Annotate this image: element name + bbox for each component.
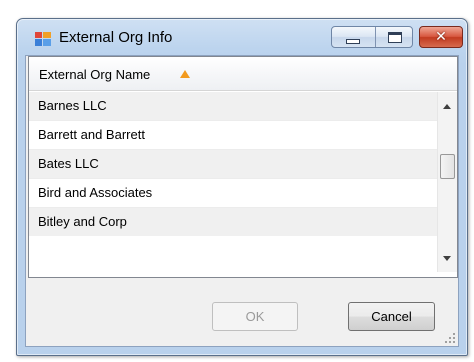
table-row[interactable]: Bitley and Corp xyxy=(29,208,437,236)
scroll-up-button[interactable] xyxy=(438,95,457,115)
arrow-up-icon xyxy=(443,104,451,109)
external-org-info-dialog: External Org Info ✕ External Org Name Ba… xyxy=(16,18,468,356)
table-row[interactable]: Barrett and Barrett xyxy=(29,121,437,150)
vertical-scrollbar[interactable] xyxy=(437,92,457,272)
org-grid[interactable]: External Org Name Barnes LLC Barrett and… xyxy=(28,56,458,278)
resize-grip-icon[interactable] xyxy=(445,333,455,343)
table-row[interactable]: Barnes LLC xyxy=(29,92,437,121)
minimize-button[interactable] xyxy=(332,27,376,47)
table-row[interactable]: Bird and Associates xyxy=(29,179,437,208)
org-name-cell: Barrett and Barrett xyxy=(38,127,145,142)
scrollbar-thumb[interactable] xyxy=(440,154,455,179)
window-title: External Org Info xyxy=(59,29,173,46)
caption-buttons: ✕ xyxy=(331,19,463,55)
table-row[interactable]: Bates LLC xyxy=(29,150,437,179)
min-max-group xyxy=(331,26,413,48)
app-icon xyxy=(35,32,52,47)
sort-ascending-icon xyxy=(180,70,190,78)
dialog-client-area: External Org Name Barnes LLC Barrett and… xyxy=(25,55,459,347)
maximize-icon xyxy=(388,32,402,43)
scroll-down-button[interactable] xyxy=(438,249,457,269)
org-name-cell: Bates LLC xyxy=(38,156,99,171)
org-name-cell: Barnes LLC xyxy=(38,98,107,113)
maximize-button[interactable] xyxy=(376,27,412,47)
column-header-label: External Org Name xyxy=(39,67,151,82)
minimize-icon xyxy=(346,39,360,44)
column-header-external-org-name[interactable]: External Org Name xyxy=(29,57,457,91)
close-button[interactable]: ✕ xyxy=(419,26,463,48)
close-icon: ✕ xyxy=(435,29,447,45)
cancel-button[interactable]: Cancel xyxy=(348,302,435,331)
grid-rows: Barnes LLC Barrett and Barrett Bates LLC… xyxy=(29,92,437,236)
ok-button[interactable]: OK xyxy=(212,302,298,331)
org-name-cell: Bitley and Corp xyxy=(38,214,127,229)
arrow-down-icon xyxy=(443,256,451,261)
org-name-cell: Bird and Associates xyxy=(38,185,153,200)
